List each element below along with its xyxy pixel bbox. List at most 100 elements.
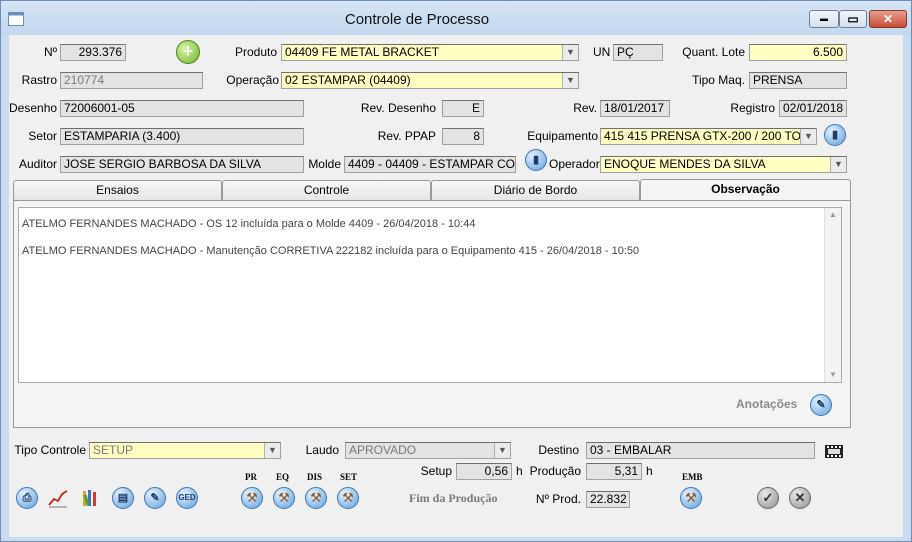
operador-value: ENOQUE MENDES DA SILVA: [604, 157, 766, 171]
scroll-up-icon[interactable]: ▲: [825, 208, 841, 222]
maximize-icon: ▭: [847, 12, 859, 26]
rev-desenho-label: Rev. Desenho: [360, 101, 436, 115]
hammer-icon: ⚒: [342, 490, 354, 505]
printer-icon: ⎙: [22, 492, 32, 504]
pr-button[interactable]: ⚒: [241, 487, 263, 509]
fim-producao-button[interactable]: Fim da Produção: [409, 491, 497, 506]
hammer-icon: ⚒: [685, 490, 697, 505]
tipo-controle-value: SETUP: [93, 443, 134, 457]
print-button[interactable]: ⎙: [16, 487, 38, 509]
form-body: Nº 293.376 + Produto 04409 FE METAL BRAC…: [9, 35, 903, 537]
tab-ensaios[interactable]: Ensaios: [13, 180, 222, 200]
book-icon: ▮: [532, 154, 540, 166]
close-icon: ✕: [882, 12, 894, 26]
scroll-down-icon[interactable]: ▼: [825, 368, 841, 382]
tab-controle[interactable]: Controle: [222, 180, 431, 200]
maximize-button[interactable]: ▭: [839, 10, 867, 28]
set-button[interactable]: ⚒: [337, 487, 359, 509]
operador-select[interactable]: ENOQUE MENDES DA SILVA ▼: [600, 156, 847, 173]
registro-label: Registro: [730, 101, 775, 115]
edit-button[interactable]: ✎: [144, 487, 166, 509]
equipamento-info-button[interactable]: ▮: [824, 124, 846, 146]
plus-icon: +: [182, 41, 194, 61]
setor-field: ESTAMPARIA (3.400): [60, 128, 304, 145]
equipamento-value: 415 415 PRENSA GTX-200 / 200 TON: [604, 129, 810, 143]
setup-label: Setup: [420, 464, 452, 478]
cancel-button[interactable]: ✕: [789, 487, 811, 509]
produto-select[interactable]: 04409 FE METAL BRACKET ▼: [281, 44, 579, 61]
chart-line-icon[interactable]: [47, 487, 69, 509]
close-button[interactable]: ✕: [869, 10, 907, 28]
chevron-down-icon: ▼: [494, 443, 510, 458]
note-icon: ✎: [816, 399, 826, 411]
document-button[interactable]: ▤: [112, 487, 134, 509]
ged-icon: GED: [178, 493, 196, 502]
chevron-down-icon: ▼: [800, 129, 816, 144]
producao-unit: h: [646, 464, 653, 478]
equipamento-label: Equipamento: [527, 129, 598, 143]
emb-button[interactable]: ⚒: [680, 487, 702, 509]
edit-icon: ✎: [150, 492, 160, 504]
un-label: UN: [593, 45, 611, 59]
nprod-field: 22.832: [586, 491, 630, 508]
producao-label: Produção: [529, 464, 581, 478]
equipamento-select[interactable]: 415 415 PRENSA GTX-200 / 200 TON ▼: [600, 128, 817, 145]
rev-ppap-label: Rev. PPAP: [377, 129, 436, 143]
tab-diario-de-bordo[interactable]: Diário de Bordo: [431, 180, 640, 200]
numero-label: Nº: [43, 45, 57, 59]
set-caption: SET: [340, 472, 358, 482]
anotacoes-label: Anotações: [736, 397, 798, 411]
anotacoes-button[interactable]: ✎: [810, 394, 832, 416]
operacao-select[interactable]: 02 ESTAMPAR (04409) ▼: [281, 72, 579, 89]
vertical-scrollbar[interactable]: ▲ ▼: [824, 208, 841, 382]
window: Controle de Processo ▬ ▭ ✕ Nº 293.376 + …: [0, 0, 912, 542]
pr-caption: PR: [245, 472, 257, 482]
setor-label: Setor: [28, 129, 57, 143]
tipo-controle-label: Tipo Controle: [14, 443, 86, 457]
film-icon[interactable]: [823, 440, 845, 462]
observacao-memo[interactable]: ATELMO FERNANDES MACHADO - OS 12 incluíd…: [18, 207, 842, 383]
laudo-value: APROVADO: [349, 443, 417, 457]
document-icon: ▤: [117, 492, 129, 504]
eq-button[interactable]: ⚒: [273, 487, 295, 509]
ged-button[interactable]: GED: [176, 487, 198, 509]
desenho-field: 72006001-05: [60, 100, 304, 117]
setup-field: 0,56: [456, 463, 512, 480]
dis-button[interactable]: ⚒: [305, 487, 327, 509]
confirm-button[interactable]: ✓: [757, 487, 779, 509]
quant-lote-input[interactable]: 6.500: [749, 44, 847, 61]
tipo-maq-field: PRENSA: [749, 72, 847, 89]
molde-label: Molde: [308, 157, 341, 171]
dis-caption: DIS: [307, 472, 323, 482]
checkmark-icon: ✓: [762, 490, 774, 505]
chevron-down-icon: ▼: [562, 73, 578, 88]
auditor-label: Auditor: [18, 157, 57, 171]
un-field: PÇ: [613, 44, 663, 61]
laudo-label: Laudo: [305, 443, 339, 457]
destino-label: Destino: [538, 443, 579, 457]
operacao-value: 02 ESTAMPAR (04409): [285, 73, 411, 87]
chevron-down-icon: ▼: [830, 157, 846, 172]
pencils-icon[interactable]: [79, 487, 101, 509]
operacao-label: Operação: [226, 73, 279, 87]
tab-observacao[interactable]: Observação: [640, 179, 851, 201]
tipo-maq-label: Tipo Maq.: [692, 73, 745, 87]
producao-field: 5,31: [586, 463, 642, 480]
rastro-label: Rastro: [21, 73, 57, 87]
title-bar: Controle de Processo ▬ ▭ ✕: [1, 1, 911, 35]
rev-label: Rev.: [573, 101, 597, 115]
chevron-down-icon: ▼: [264, 443, 280, 458]
minimize-button[interactable]: ▬: [809, 10, 839, 28]
auditor-field: JOSE SERGIO BARBOSA DA SILVA: [60, 156, 304, 173]
hammer-icon: ⚒: [310, 490, 322, 505]
eq-caption: EQ: [276, 472, 290, 482]
destino-field: 03 - EMBALAR: [586, 442, 815, 459]
molde-info-button[interactable]: ▮: [525, 149, 547, 171]
cancel-icon: ✕: [794, 490, 806, 505]
rev-ppap-field: 8: [442, 128, 484, 145]
molde-field: 4409 - 04409 - ESTAMPAR COMPL: [344, 156, 516, 173]
laudo-select[interactable]: APROVADO ▼: [345, 442, 511, 459]
registro-field: 02/01/2018: [779, 100, 847, 117]
add-button[interactable]: +: [176, 40, 200, 64]
tipo-controle-select[interactable]: SETUP ▼: [89, 442, 281, 459]
